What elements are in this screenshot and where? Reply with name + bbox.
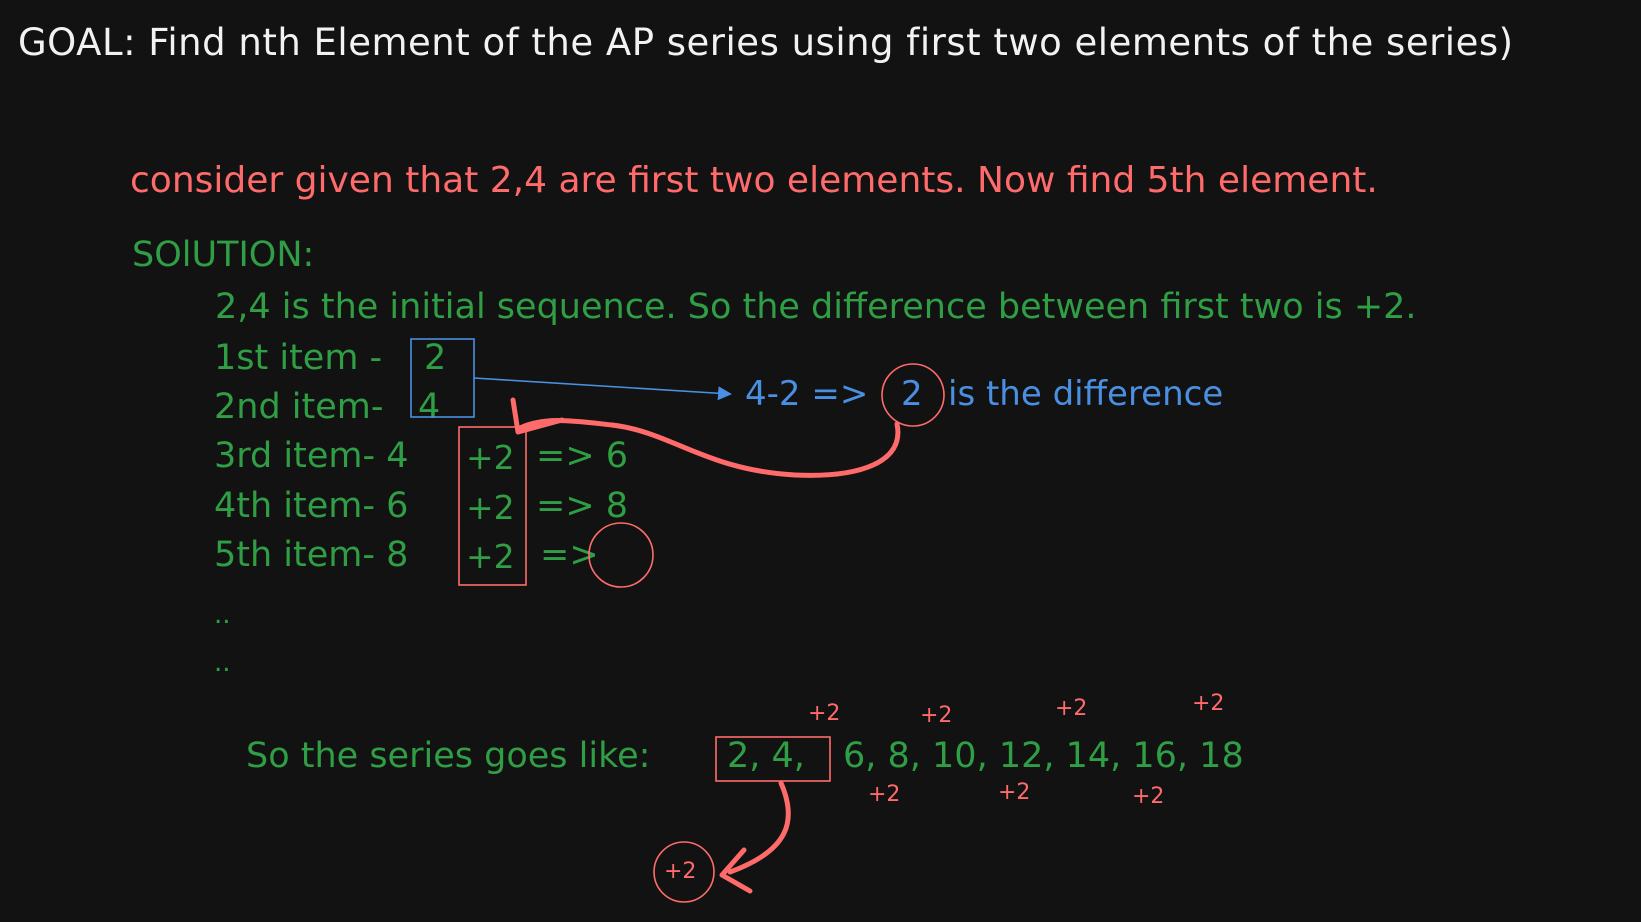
difference-arrow [473, 377, 732, 401]
loop-circle [653, 841, 715, 903]
difference-to-increment-arrow [517, 418, 901, 478]
difference-circle [881, 363, 945, 427]
initial-values-box [410, 338, 475, 418]
increment-box [458, 426, 527, 586]
series-initial-box [715, 736, 831, 782]
annotation-overlay [410, 338, 945, 903]
answer-circle [588, 522, 654, 588]
